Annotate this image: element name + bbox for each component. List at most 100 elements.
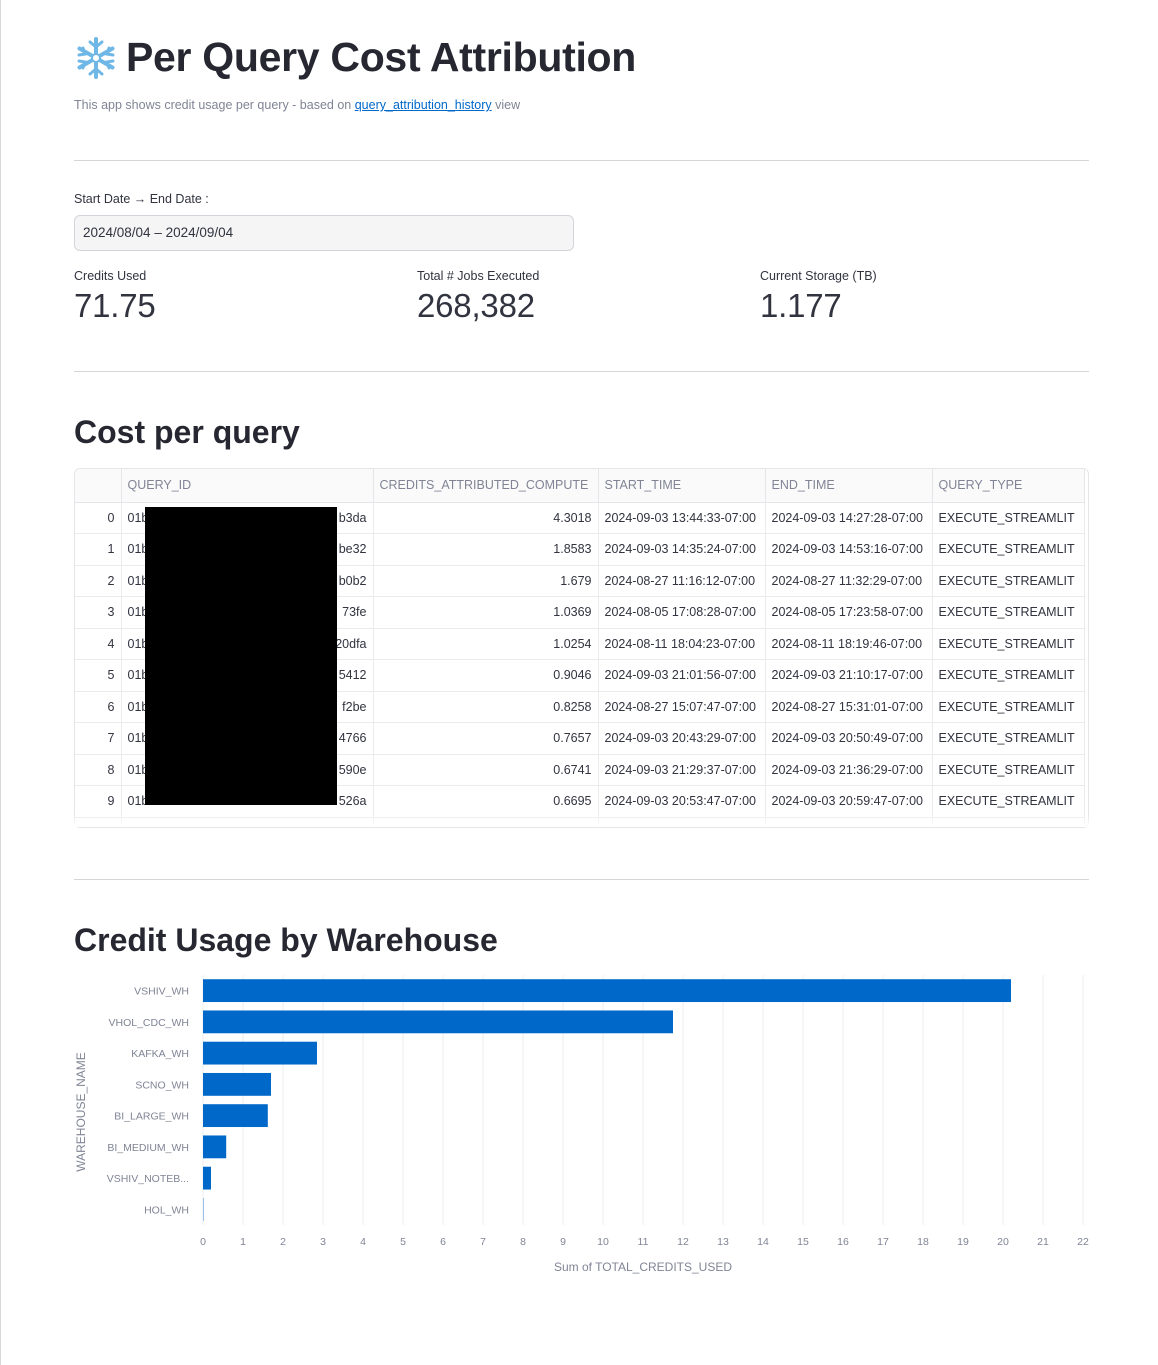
page-caption: This app shows credit usage per query - … — [74, 98, 520, 112]
x-tick-label: 6 — [440, 1236, 446, 1248]
metric-value: 71.75 — [74, 287, 156, 324]
end-time-cell: 2024-09-03 20:59:47-07:00 — [765, 785, 933, 818]
divider — [74, 371, 1089, 372]
cost-table-title: Cost per query — [74, 414, 300, 450]
query-id-end: be32 — [338, 542, 367, 557]
credits-cell: 0.6741 — [373, 754, 599, 786]
metric-label: Current Storage (TB) — [760, 269, 877, 283]
column-header-query-type[interactable]: QUERY_TYPE — [932, 469, 1085, 503]
metric-value: 1.177 — [760, 287, 842, 324]
query-type-cell: EXECUTE_STREAMLIT — [932, 628, 1085, 660]
query-type-cell: EXECUTE_STREAMLIT — [932, 722, 1085, 755]
column-header-index[interactable] — [75, 469, 122, 503]
x-tick-label: 12 — [677, 1236, 689, 1248]
metric-label: Credits Used — [74, 269, 147, 283]
end-time-cell: 2024-09-03 21:36:29-07:00 — [765, 754, 933, 786]
row-index: 0 — [75, 502, 122, 534]
credits-cell: 1.0369 — [373, 596, 599, 629]
warehouse-bar-chart[interactable]: 0 1 2 3 4 5 6 7 8 9 10 11 12 13 14 15 16 17 18 19 20 21 22VSHI… — [74, 975, 1089, 1285]
credits-cell: 1.8583 — [373, 533, 599, 566]
date-range-label: Start Date → End Date : — [74, 192, 209, 206]
bar[interactable] — [203, 1010, 673, 1034]
credits-cell: 4.3018 — [373, 502, 599, 534]
row-index: 2 — [75, 565, 122, 597]
query-type-cell: EXECUTE_STREAMLIT — [932, 785, 1085, 818]
x-tick-label: 20 — [997, 1236, 1009, 1248]
end-time-cell: 2024-09-03 20:50:49-07:00 — [765, 722, 933, 755]
query-type-cell: EXECUTE_STREAMLIT — [932, 502, 1085, 534]
row-index: 5 — [75, 659, 122, 692]
y-category-label: BI_MEDIUM_WH — [107, 1142, 189, 1154]
metric-jobs-executed: Total # Jobs Executed 268,382 — [417, 269, 539, 325]
query-id-end: b0b2 — [338, 573, 367, 588]
y-category-label: VSHIV_NOTEB... — [107, 1173, 189, 1185]
x-tick-label: 14 — [757, 1236, 769, 1248]
y-axis-title: WAREHOUSE_NAME — [74, 1052, 88, 1172]
query-id-end: b3da — [338, 510, 367, 525]
query-id-end: 590e — [338, 762, 367, 777]
page-title: Per Query Cost Attribution — [126, 34, 637, 80]
query-type-cell: EXECUTE_STREAMLIT — [932, 754, 1085, 786]
x-tick-label: 11 — [638, 1236, 649, 1248]
y-category-label: HOL_WH — [144, 1204, 189, 1216]
x-axis-title: Sum of TOTAL_CREDITS_USED — [554, 1260, 732, 1274]
caption-link[interactable]: query_attribution_history — [355, 98, 492, 112]
row-index: 4 — [75, 628, 122, 660]
end-time-cell: 2024-09-03 14:27:28-07:00 — [765, 502, 933, 534]
end-time-cell: 2024-08-27 11:32:29-07:00 — [765, 565, 933, 597]
x-tick-label: 7 — [480, 1236, 486, 1248]
query-type-cell: EXECUTE_STREAMLIT — [932, 533, 1085, 566]
start-time-cell: 2024-08-05 17:08:28-07:00 — [598, 596, 766, 629]
query-id-end: 4766 — [338, 731, 367, 746]
column-header-end-time[interactable]: END_TIME — [765, 469, 933, 503]
x-tick-label: 9 — [560, 1236, 566, 1248]
start-time-cell: 2024-09-03 13:44:33-07:00 — [598, 502, 766, 534]
bar[interactable] — [203, 979, 1011, 1003]
bar[interactable] — [203, 1104, 268, 1128]
bar[interactable] — [203, 1135, 227, 1159]
x-tick-label: 15 — [797, 1236, 809, 1248]
metric-credits-used: Credits Used 71.75 — [74, 269, 156, 325]
start-time-cell: 2024-08-27 11:16:12-07:00 — [598, 565, 766, 597]
query-type-cell: EXECUTE_STREAMLIT — [932, 659, 1085, 692]
start-time-cell: 2024-09-03 21:01:56-07:00 — [598, 659, 766, 692]
credits-cell: 0.6695 — [373, 785, 599, 818]
end-time-cell: 2024-09-03 14:53:16-07:00 — [765, 533, 933, 566]
y-category-label: KAFKA_WH — [131, 1048, 189, 1060]
row-index: 1 — [75, 533, 122, 566]
row-index: 8 — [75, 754, 122, 786]
header-row: QUERY_ID CREDITS_ATTRIBUTED_COMPUTE STAR… — [75, 469, 1085, 503]
y-category-label: VHOL_CDC_WH — [108, 1017, 189, 1029]
start-time-cell: 2024-09-03 14:35:24-07:00 — [598, 533, 766, 566]
x-tick-label: 8 — [520, 1236, 526, 1248]
credits-cell: 0.8258 — [373, 691, 599, 723]
bar[interactable] — [203, 1041, 317, 1065]
x-tick-label: 1 — [240, 1236, 246, 1248]
row-index: 6 — [75, 691, 122, 723]
query-type-cell: EXECUTE_STREAMLIT — [932, 691, 1085, 723]
query-id-end: 526a — [338, 794, 367, 809]
row-index: 9 — [75, 785, 122, 818]
x-tick-label: 19 — [957, 1236, 969, 1248]
caption-suffix: view — [495, 98, 521, 112]
row-index: 3 — [75, 596, 122, 629]
query-id-end: 5412 — [338, 668, 367, 683]
credits-cell: 0.7657 — [373, 722, 599, 755]
query-id-end: 73fe — [342, 605, 367, 620]
bar[interactable] — [203, 1072, 271, 1096]
divider — [74, 879, 1089, 880]
metric-value: 268,382 — [417, 287, 535, 324]
query-type-cell: EXECUTE_STREAMLIT — [932, 565, 1085, 597]
date-range-input[interactable]: 2024/08/04 – 2024/09/04 — [74, 215, 574, 251]
credits-cell: 1.679 — [373, 565, 599, 597]
column-header-query-id[interactable]: QUERY_ID — [121, 469, 374, 503]
column-header-start-time[interactable]: START_TIME — [598, 469, 766, 503]
end-time-cell: 2024-09-03 21:10:17-07:00 — [765, 659, 933, 692]
x-tick-label: 4 — [360, 1236, 366, 1248]
app-page: Per Query Cost Attribution This app show… — [0, 0, 1158, 1365]
credits-cell: 1.0254 — [373, 628, 599, 660]
column-header-credits[interactable]: CREDITS_ATTRIBUTED_COMPUTE — [373, 469, 599, 503]
bar[interactable] — [203, 1166, 211, 1190]
x-tick-label: 0 — [200, 1236, 206, 1248]
end-time-cell: 2024-08-27 15:31:01-07:00 — [765, 691, 933, 723]
